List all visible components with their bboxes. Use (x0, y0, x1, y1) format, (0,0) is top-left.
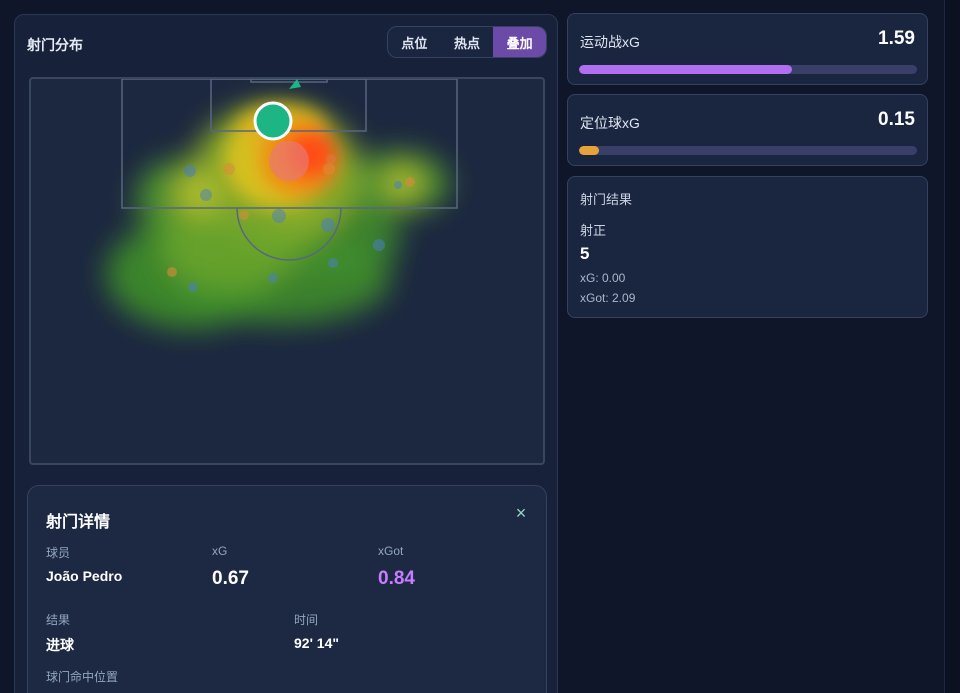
time-value: 92' 14" (294, 635, 340, 651)
xg-value: 0.67 (212, 568, 249, 589)
scrollbar-track[interactable] (944, 0, 960, 693)
set-piece-bar (579, 146, 917, 155)
view-button-overlay[interactable]: 叠加 (493, 27, 546, 57)
open-play-bar-fill (579, 65, 792, 74)
results-xgot: xGot: 2.09 (580, 291, 636, 305)
set-piece-label: 定位球xG (580, 115, 640, 131)
set-piece-value: 0.15 (878, 109, 915, 130)
shot-detail-card: 射门详情 × 球员 João Pedro xG 0.67 xGot 0.84 结… (27, 485, 547, 693)
xgot-value: 0.84 (378, 568, 415, 589)
set-piece-bar-fill (579, 146, 600, 155)
view-toggle: 点位 热点 叠加 (387, 26, 547, 58)
panel-title: 射门分布 (27, 37, 83, 53)
xgot-label: xGot (378, 544, 404, 558)
open-play-label: 运动战xG (580, 34, 640, 50)
result-label: 结果 (46, 613, 71, 627)
time-label: 时间 (294, 613, 319, 627)
result-value: 进球 (46, 637, 74, 653)
xg-label: xG (212, 544, 228, 558)
shot-results-card: 射门结果 射正 5 xG: 0.00 xGot: 2.09 (567, 176, 928, 318)
player-value: João Pedro (46, 568, 123, 584)
goal-location-label: 球门命中位置 (46, 670, 119, 684)
detail-title: 射门详情 (46, 514, 111, 531)
selected-shot-marker[interactable] (253, 101, 293, 141)
results-count: 5 (580, 244, 590, 263)
open-play-xg-card: 运动战xG 1.59 (567, 13, 928, 85)
results-title: 射门结果 (580, 192, 633, 207)
shot-map-panel: 射门分布 点位 热点 叠加 射门详情 × 球员 João Pedro xG 0.… (14, 14, 558, 693)
view-button-heat[interactable]: 热点 (441, 27, 494, 57)
open-play-value: 1.59 (878, 28, 915, 49)
pitch-svg (106, 79, 458, 329)
open-play-bar (579, 65, 917, 74)
set-piece-xg-card: 定位球xG 0.15 (567, 94, 928, 166)
pitch-canvas[interactable] (29, 77, 545, 465)
results-category: 射正 (580, 223, 607, 238)
results-xg: xG: 0.00 (580, 271, 626, 285)
view-button-points[interactable]: 点位 (388, 27, 441, 57)
player-label: 球员 (46, 546, 71, 560)
close-icon[interactable]: × (512, 504, 530, 522)
